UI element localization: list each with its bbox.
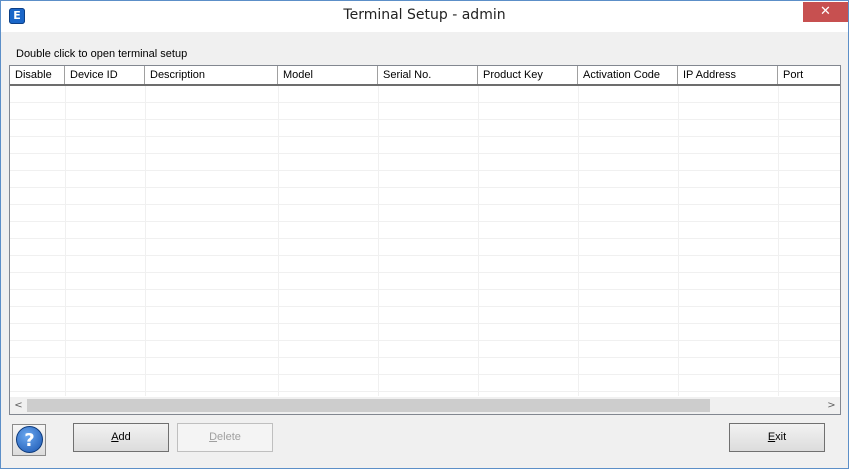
delete-button[interactable]: Delete xyxy=(177,423,273,452)
column-header-activation-code[interactable]: Activation Code xyxy=(578,66,678,84)
column-header-serial-no[interactable]: Serial No. xyxy=(378,66,478,84)
table-body[interactable] xyxy=(10,86,840,396)
exit-button[interactable]: Exit xyxy=(729,423,825,452)
column-header-model[interactable]: Model xyxy=(278,66,378,84)
horizontal-scrollbar[interactable]: < > xyxy=(10,397,840,414)
scrollbar-thumb[interactable] xyxy=(27,399,710,412)
column-divider xyxy=(678,86,679,396)
column-divider xyxy=(378,86,379,396)
column-header-disable[interactable]: Disable xyxy=(10,66,65,84)
delete-button-mnemonic: D xyxy=(209,431,218,443)
help-button[interactable]: ? xyxy=(12,424,46,456)
instruction-label: Double click to open terminal setup xyxy=(16,48,188,60)
column-header-ip-address[interactable]: IP Address xyxy=(678,66,778,84)
column-header-port[interactable]: Port xyxy=(778,66,840,84)
add-button[interactable]: Add xyxy=(73,423,169,452)
scroll-right-arrow-icon[interactable]: > xyxy=(823,397,840,414)
delete-button-label: elete xyxy=(217,431,241,443)
column-header-device-id[interactable]: Device ID xyxy=(65,66,145,84)
scroll-left-arrow-icon[interactable]: < xyxy=(10,397,27,414)
title-bar[interactable]: E Terminal Setup - admin ✕ xyxy=(1,1,848,32)
window-title: Terminal Setup - admin xyxy=(343,7,506,23)
column-divider xyxy=(778,86,779,396)
help-question-icon: ? xyxy=(16,426,43,453)
add-button-label: dd xyxy=(118,431,131,443)
column-divider xyxy=(478,86,479,396)
terminal-table[interactable]: Disable Device ID Description Model Seri… xyxy=(9,65,841,415)
column-header-description[interactable]: Description xyxy=(145,66,278,84)
close-icon: ✕ xyxy=(820,4,831,19)
close-button[interactable]: ✕ xyxy=(803,2,848,22)
table-header: Disable Device ID Description Model Seri… xyxy=(10,66,840,86)
column-divider xyxy=(578,86,579,396)
column-header-product-key[interactable]: Product Key xyxy=(478,66,578,84)
column-divider xyxy=(278,86,279,396)
exit-button-label: xit xyxy=(775,431,787,443)
column-divider xyxy=(145,86,146,396)
terminal-setup-window: E Terminal Setup - admin ✕ Double click … xyxy=(0,0,849,469)
add-button-mnemonic: A xyxy=(111,431,119,443)
column-divider xyxy=(65,86,66,396)
